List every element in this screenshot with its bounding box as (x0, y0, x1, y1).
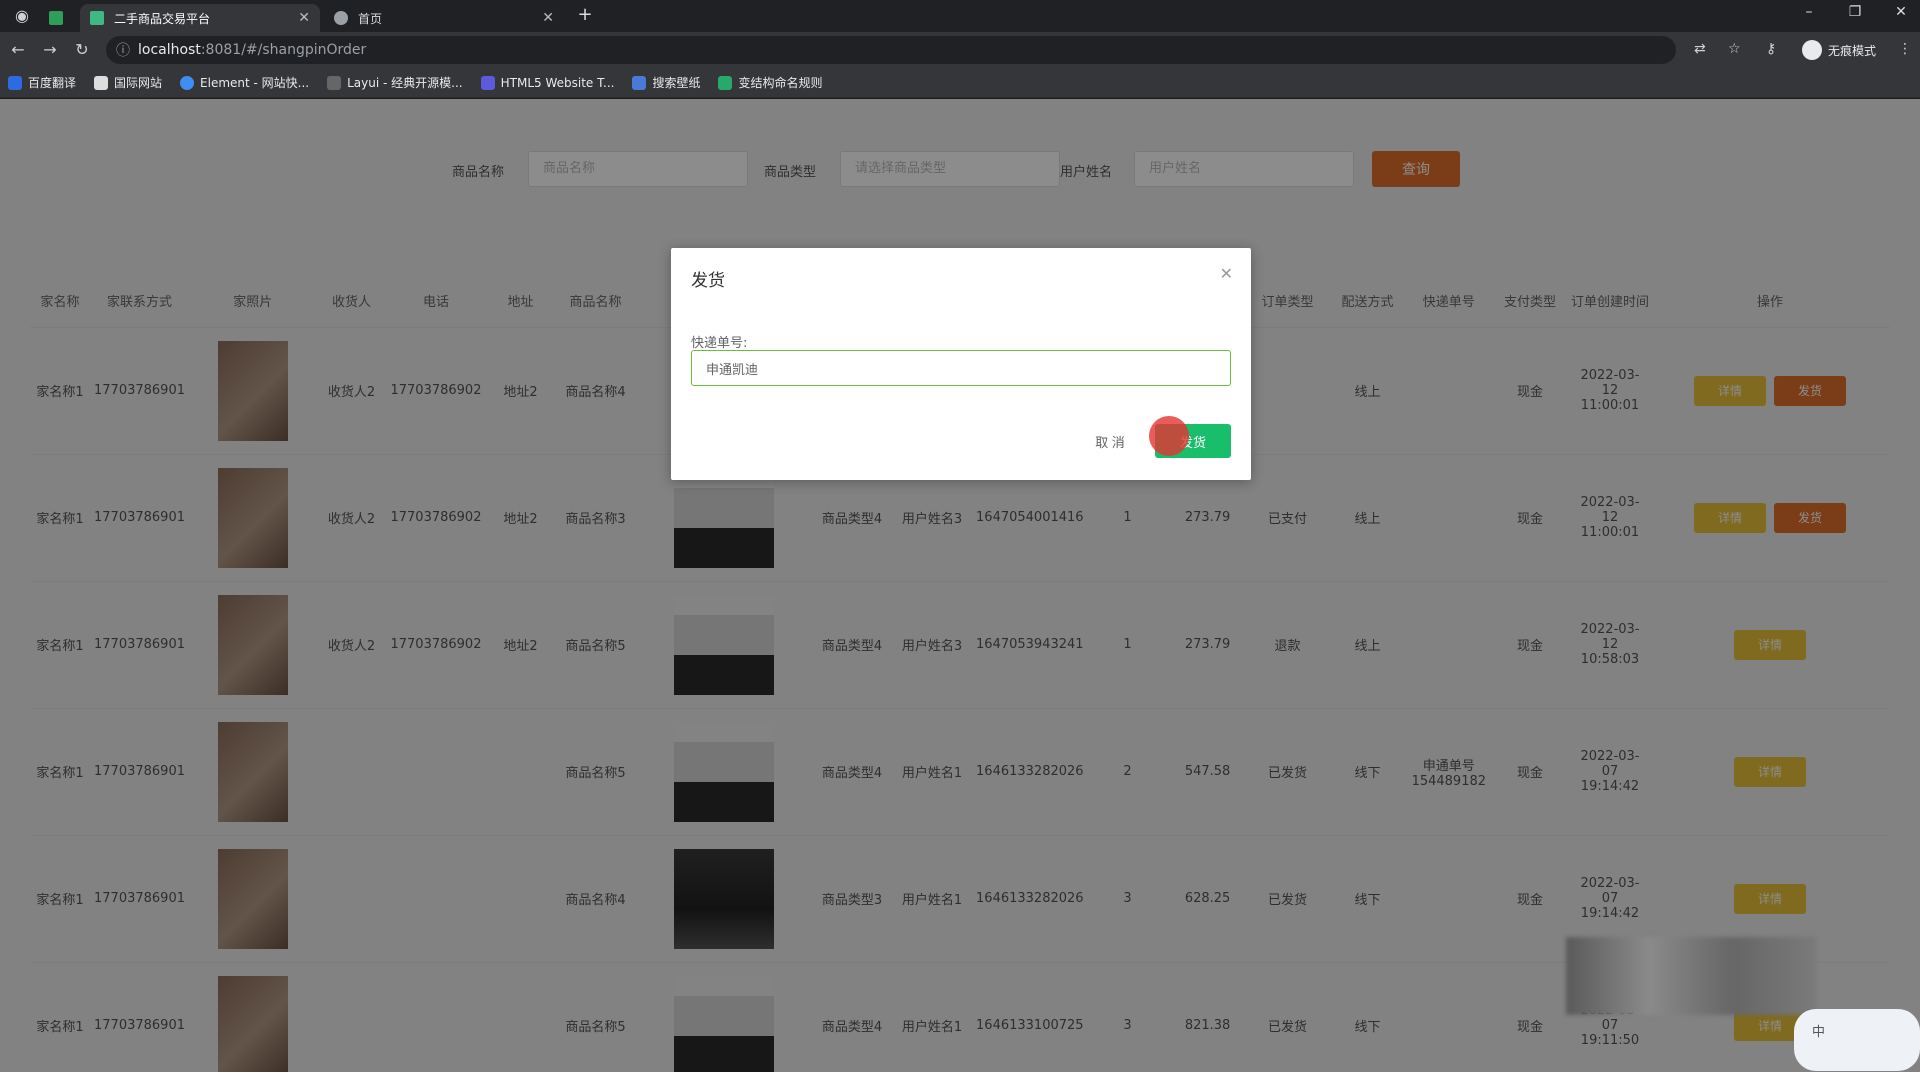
ime-label: 中 (1812, 1025, 1826, 1040)
bookmark[interactable]: Layui - 经典开源模... (327, 74, 463, 91)
forward-icon[interactable]: → (40, 40, 60, 59)
bookmark[interactable]: 百度翻译 (8, 74, 76, 91)
close-window-icon[interactable]: ✕ (1886, 4, 1916, 20)
bookmark[interactable]: 搜索壁纸 (632, 74, 700, 91)
incognito-icon (1801, 40, 1822, 60)
more-icon[interactable]: ⋮ (1898, 41, 1912, 57)
restore-icon[interactable]: ❐ (1840, 4, 1870, 20)
tab-title: 二手商品交易平台 (114, 11, 211, 26)
dialog-title: 发货 (691, 271, 725, 291)
tab-home[interactable]: 首页 ✕ (324, 4, 564, 32)
ship-dialog: 发货 ✕ 快递单号: 取 消 发货 (671, 248, 1251, 480)
back-icon[interactable]: ← (8, 40, 28, 59)
browser-tab-bar: ◉ 二手商品交易平台 ✕ 首页 ✕ + – ❐ ✕ (0, 0, 1920, 32)
close-tab-icon[interactable]: ✕ (542, 10, 554, 26)
close-icon[interactable]: ✕ (1220, 264, 1233, 283)
express-number-label: 快递单号: (691, 336, 748, 351)
blurred-overlay (1566, 937, 1816, 1015)
key-icon[interactable]: ⚷ (1766, 41, 1776, 57)
close-tab-icon[interactable]: ✕ (298, 10, 310, 26)
globe-icon (334, 11, 348, 25)
click-indicator (1149, 416, 1189, 456)
reload-icon[interactable]: ↻ (72, 40, 92, 59)
bookmarks-bar: 百度翻译 国际网站 Element - 网站快... Layui - 经典开源模… (0, 68, 1920, 98)
bookmark[interactable]: Element - 网站快... (180, 74, 309, 91)
star-icon[interactable]: ☆ (1728, 41, 1741, 57)
modal-mask[interactable] (0, 99, 1920, 1072)
incognito-indicator[interactable]: 无痕模式 (1801, 40, 1876, 60)
pinned-tab[interactable] (44, 4, 68, 32)
url-host: localhost (138, 42, 201, 58)
browser-menu-icon[interactable]: ◉ (12, 6, 32, 25)
info-icon: ⓘ (116, 43, 130, 59)
cancel-button[interactable]: 取 消 (1082, 424, 1138, 458)
vue-icon (90, 11, 104, 25)
tab-active[interactable]: 二手商品交易平台 ✕ (80, 4, 320, 32)
order-page: 商品名称 商品名称 商品类型 请选择商品类型 用户姓名 用户姓名 查询 家名称家… (0, 99, 1920, 1072)
new-tab-icon[interactable]: + (570, 4, 600, 25)
browser-toolbar: ← → ↻ ⓘ localhost:8081/#/shangpinOrder ⇄… (0, 32, 1920, 68)
address-bar[interactable]: ⓘ localhost:8081/#/shangpinOrder (106, 36, 1676, 64)
minimize-icon[interactable]: – (1794, 4, 1824, 20)
bookmark[interactable]: 国际网站 (94, 74, 162, 91)
incognito-label: 无痕模式 (1827, 43, 1876, 58)
translate-icon[interactable]: ⇄ (1694, 41, 1706, 57)
ime-toolbar[interactable]: 中 (1794, 1009, 1920, 1071)
bookmark[interactable]: HTML5 Website T... (480, 75, 614, 90)
tab-title: 首页 (358, 11, 383, 26)
bookmark[interactable]: 变结构命名规则 (718, 74, 822, 91)
url-path: :8081/#/shangpinOrder (200, 42, 367, 58)
express-number-input[interactable] (691, 350, 1231, 386)
